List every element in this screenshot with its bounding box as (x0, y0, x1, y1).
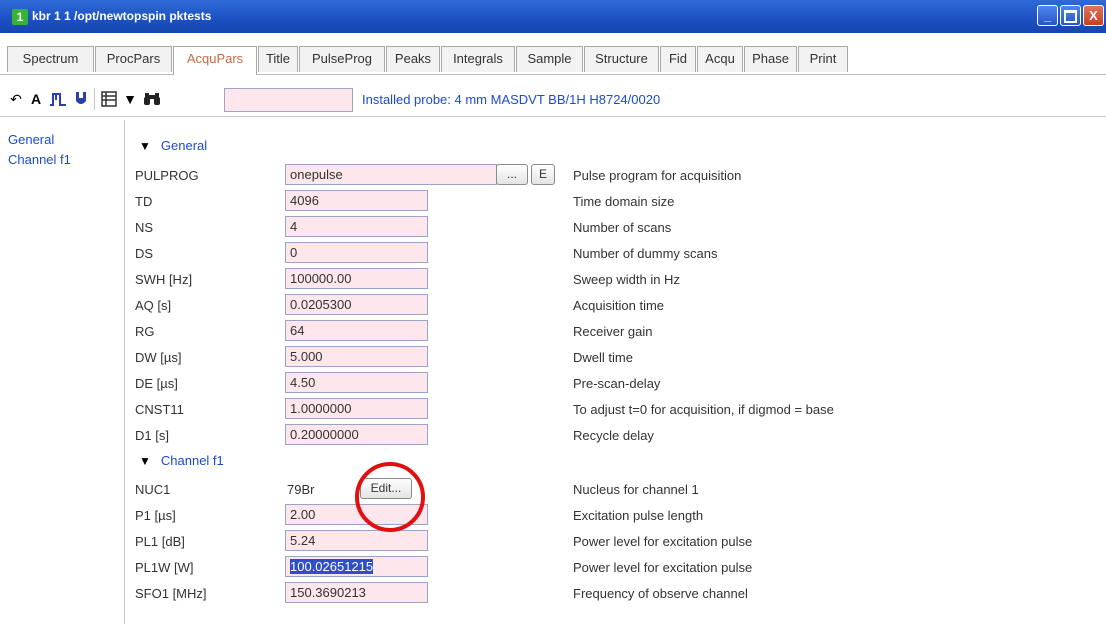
pulprog-field[interactable]: onepulse (285, 164, 497, 185)
section-title: General (160, 138, 208, 153)
tab-acqu[interactable]: Acqu (697, 46, 743, 72)
title-bar[interactable]: 1 kbr 1 1 /opt/newtopspin pktests _ X (0, 0, 1106, 33)
param-label: TD (135, 194, 153, 209)
tab-sample[interactable]: Sample (516, 46, 583, 72)
de-field[interactable]: 4.50 (285, 372, 428, 393)
maximize-icon (1064, 10, 1077, 23)
tab-spectrum[interactable]: Spectrum (7, 46, 94, 72)
param-label: CNST11 (135, 402, 184, 417)
tab-print[interactable]: Print (798, 46, 848, 72)
binoculars-icon[interactable] (142, 88, 162, 110)
section-channel-f1-header[interactable]: ▼ Channel f1 (139, 453, 224, 468)
param-description: Dwell time (573, 350, 633, 365)
pl1w-field[interactable]: 100.02651215 (285, 556, 428, 577)
param-description: Frequency of observe channel (573, 586, 748, 601)
collapse-triangle-icon[interactable]: ▼ (139, 139, 151, 153)
collapse-triangle-icon[interactable]: ▼ (139, 454, 151, 468)
selected-text: 100.02651215 (290, 559, 374, 574)
param-label: DE [µs] (135, 376, 178, 391)
param-description: Acquisition time (573, 298, 665, 313)
param-description: Number of scans (573, 220, 672, 235)
param-description: Power level for excitation pulse (573, 560, 753, 575)
param-description: Pre-scan-delay (573, 376, 661, 391)
param-label: AQ [s] (135, 298, 172, 313)
param-description: Recycle delay (573, 428, 654, 443)
minimize-button[interactable]: _ (1037, 5, 1058, 26)
param-label: NUC1 (135, 482, 171, 497)
swh-field[interactable]: 100000.00 (285, 268, 428, 289)
search-input[interactable] (224, 88, 353, 112)
param-label: PL1W [W] (135, 560, 194, 575)
tab-bar: Spectrum ProcPars AcquPars Title PulsePr… (0, 44, 1106, 75)
nav-item-channel-f1[interactable]: Channel f1 (8, 152, 71, 167)
tab-phase[interactable]: Phase (744, 46, 797, 72)
tab-integrals[interactable]: Integrals (441, 46, 515, 72)
param-description: Receiver gain (573, 324, 653, 339)
param-description: Number of dummy scans (573, 246, 718, 261)
edit-pulprog-button[interactable]: E (531, 164, 555, 185)
window-title: kbr 1 1 /opt/newtopspin pktests (32, 9, 212, 23)
tab-procpars[interactable]: ProcPars (95, 46, 172, 72)
param-label: DS (135, 246, 154, 261)
tab-pulseprog[interactable]: PulseProg (299, 46, 385, 72)
param-description: Power level for excitation pulse (573, 534, 753, 549)
tab-peaks[interactable]: Peaks (386, 46, 440, 72)
highlight-circle (355, 462, 425, 532)
param-description: To adjust t=0 for acquisition, if digmod… (573, 402, 834, 417)
param-label: DW [µs] (135, 350, 182, 365)
param-label: NS (135, 220, 154, 235)
tab-fid[interactable]: Fid (660, 46, 696, 72)
filter-icon[interactable]: ▼ (121, 88, 139, 110)
section-general-header[interactable]: ▼ General (139, 138, 207, 153)
tab-title[interactable]: Title (258, 46, 298, 72)
probe-icon[interactable] (72, 88, 90, 110)
ns-field[interactable]: 4 (285, 216, 428, 237)
pl1-field[interactable]: 5.24 (285, 530, 428, 551)
d1-field[interactable]: 0.20000000 (285, 424, 428, 445)
param-label: SWH [Hz] (135, 272, 193, 287)
param-label: PL1 [dB] (135, 534, 185, 549)
pulse-icon[interactable] (47, 88, 69, 110)
close-button[interactable]: X (1083, 5, 1104, 26)
param-description: Sweep width in Hz (573, 272, 680, 287)
tab-acqupars[interactable]: AcquPars (173, 46, 257, 75)
cnst11-field[interactable]: 1.0000000 (285, 398, 428, 419)
installed-probe-text: Installed probe: 4 mm MASDVT BB/1H H8724… (362, 92, 661, 107)
ds-field[interactable]: 0 (285, 242, 428, 263)
param-label: PULPROG (135, 168, 199, 183)
sfo1-field[interactable]: 150.3690213 (285, 582, 428, 603)
td-field[interactable]: 4096 (285, 190, 428, 211)
window-number-badge: 1 (12, 9, 28, 25)
param-label: RG (135, 324, 155, 339)
browse-button[interactable]: ... (496, 164, 528, 185)
param-description: Nucleus for channel 1 (573, 482, 699, 497)
parameter-panel: ▼ General PULPROG onepulse ... E Pulse pr… (125, 120, 1106, 624)
nuc1-value: 79Br (287, 482, 315, 497)
text-a-icon[interactable]: A (27, 88, 45, 110)
maximize-button[interactable] (1060, 5, 1081, 26)
topspin-window: 1 kbr 1 1 /opt/newtopspin pktests _ X Sp… (0, 0, 1106, 624)
toolbar-separator (94, 88, 95, 110)
dw-field[interactable]: 5.000 (285, 346, 428, 367)
nav-item-general[interactable]: General (8, 132, 54, 147)
left-nav: General Channel f1 (0, 120, 125, 624)
param-description: Pulse program for acquisition (573, 168, 742, 183)
tab-structure[interactable]: Structure (584, 46, 659, 72)
param-label: SFO1 [MHz] (135, 586, 207, 601)
param-description: Time domain size (573, 194, 675, 209)
param-description: Excitation pulse length (573, 508, 704, 523)
param-label: P1 [µs] (135, 508, 176, 523)
param-label: D1 [s] (135, 428, 169, 443)
aq-field[interactable]: 0.0205300 (285, 294, 428, 315)
section-title: Channel f1 (160, 453, 224, 468)
undo-icon[interactable]: ↶ (7, 88, 25, 110)
table-icon[interactable] (99, 88, 119, 110)
rg-field[interactable]: 64 (285, 320, 428, 341)
